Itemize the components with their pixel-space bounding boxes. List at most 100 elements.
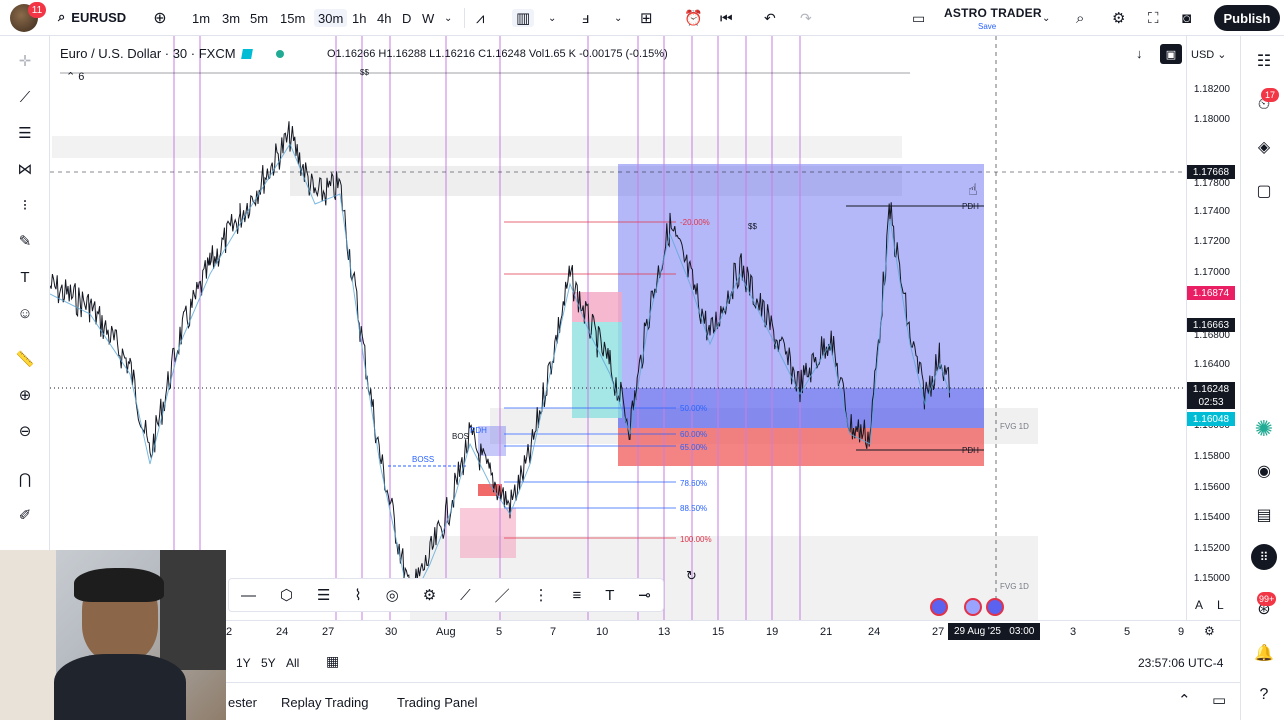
currency-selector[interactable]: USD ⌄: [1191, 48, 1227, 61]
notifications-bell-icon[interactable]: 🔔: [1251, 640, 1277, 666]
crosshair-icon[interactable]: ✛: [12, 48, 38, 74]
interval-30m[interactable]: 30m: [314, 9, 348, 27]
reset-icon[interactable]: ↻: [686, 568, 697, 584]
time-settings-icon[interactable]: ⚙: [1204, 624, 1215, 638]
layout-dropdown-icon[interactable]: ⌄: [1042, 9, 1050, 27]
calendar-sidebar-icon[interactable]: ▤: [1251, 502, 1277, 528]
interval-1m[interactable]: 1m: [192, 9, 210, 27]
ai-assistant-icon[interactable]: ✺: [1251, 416, 1277, 442]
time-scale[interactable]: 2 24 27 30 Aug 5 7 10 13 15 19 21 24 27 …: [50, 620, 1240, 642]
symbol-search[interactable]: ⌕ EURUSD: [58, 9, 126, 25]
layout-name[interactable]: ASTRO TRADER: [944, 6, 1042, 20]
scroll-down-icon[interactable]: ↓: [1136, 46, 1143, 61]
indicators-dropdown-icon[interactable]: ⌄: [614, 9, 622, 27]
pattern-tool-icon[interactable]: ⚙: [423, 586, 436, 604]
layout-icon[interactable]: ▭: [912, 9, 925, 27]
zoom-in-icon[interactable]: ⊕: [12, 382, 38, 408]
chart-legend[interactable]: Euro / U.S. Dollar · 30 · FXCM: [60, 46, 284, 61]
interval-dropdown-icon[interactable]: ⌄: [444, 9, 452, 27]
paint-tool-icon[interactable]: ⌇: [354, 586, 361, 604]
log-scale-toggle[interactable]: L: [1217, 598, 1224, 612]
tab-trading-panel[interactable]: Trading Panel: [397, 695, 477, 710]
symbol-title[interactable]: Euro / U.S. Dollar · 30 · FXCM: [60, 46, 236, 61]
apps-grid-icon[interactable]: ⠿: [1251, 544, 1277, 570]
pulse-icon[interactable]: ◉: [1251, 458, 1277, 484]
time-label: 9: [1178, 626, 1185, 638]
publish-button[interactable]: Publish: [1214, 5, 1280, 31]
chart-pane[interactable]: Euro / U.S. Dollar · 30 · FXCM O1.16266 …: [50, 36, 1186, 620]
chart-canvas[interactable]: [50, 36, 1186, 620]
price-scale[interactable]: USD ⌄ 1.18200 1.18000 1.17800 1.17400 1.…: [1186, 36, 1240, 620]
tab-strategy-tester[interactable]: ester: [228, 695, 257, 710]
ruler-icon[interactable]: 📏: [12, 346, 38, 372]
magnet-icon[interactable]: ⋂: [12, 466, 38, 492]
event-flag-icon[interactable]: [986, 598, 1004, 616]
target-tool-icon[interactable]: ◎: [386, 586, 399, 604]
fib-tool-icon[interactable]: ☰: [317, 586, 330, 604]
interval-5m[interactable]: 5m: [250, 9, 268, 27]
interval-15m[interactable]: 15m: [280, 9, 305, 27]
interval-3m[interactable]: 3m: [222, 9, 240, 27]
zoom-out-icon[interactable]: ⊖: [12, 418, 38, 444]
compare-add-icon[interactable]: ⊕: [150, 9, 170, 27]
undo-icon[interactable]: ↶: [764, 9, 776, 27]
trend-line-icon[interactable]: ⟋: [12, 84, 38, 110]
interval-4h[interactable]: 4h: [377, 9, 391, 27]
help-icon[interactable]: ?: [1251, 682, 1277, 708]
bos-label: BOS: [452, 432, 469, 441]
hline-tool-icon[interactable]: ⊸: [638, 586, 651, 604]
candles-icon[interactable]: ▥: [512, 9, 535, 27]
pattern-icon[interactable]: ⋈: [12, 156, 38, 182]
fib-retracement-icon[interactable]: ☰: [12, 120, 38, 146]
clock-timezone[interactable]: 23:57:06 UTC-4: [1138, 656, 1223, 670]
auto-scale-toggle[interactable]: A: [1195, 598, 1203, 612]
settings-gear-icon[interactable]: ⚙: [1112, 9, 1125, 27]
maximize-panel-icon[interactable]: ▭: [1212, 691, 1226, 709]
shape-tool-icon[interactable]: ⬡: [280, 586, 293, 604]
liquidity-label: $$: [748, 222, 757, 231]
text-icon[interactable]: T: [12, 264, 38, 290]
templates-icon[interactable]: ⊞: [640, 9, 653, 27]
price-tag-dark: 1.16663: [1187, 318, 1235, 332]
liquidity-label: $$: [360, 68, 369, 77]
interval-d[interactable]: D: [402, 9, 411, 27]
levels-tool-icon[interactable]: ⋮: [534, 586, 549, 604]
snapshot-camera-icon[interactable]: ◙: [1182, 9, 1191, 27]
layout-save-label[interactable]: Save: [978, 22, 996, 31]
chart-type-dropdown-icon[interactable]: ⌄: [548, 9, 556, 27]
fullscreen-icon[interactable]: ⛶: [1148, 9, 1159, 27]
segment-tool-icon[interactable]: ／: [495, 585, 510, 606]
range-1y[interactable]: 1Y: [236, 656, 251, 670]
channel-tool-icon[interactable]: ≡: [573, 587, 582, 604]
calendar-icon[interactable]: ▦: [326, 653, 339, 670]
event-flag-icon[interactable]: [964, 598, 982, 616]
price-label: 1.16400: [1193, 359, 1230, 370]
quick-search-icon[interactable]: ⌕: [1076, 9, 1084, 27]
interval-w[interactable]: W: [422, 9, 434, 27]
indicators-icon[interactable]: ⅎ: [582, 9, 589, 27]
line-tool-icon[interactable]: —: [241, 587, 256, 604]
price-label: 1.15800: [1193, 451, 1230, 462]
event-flag-icon[interactable]: [930, 598, 948, 616]
redo-icon[interactable]: ↷: [800, 9, 812, 27]
ray-tool-icon[interactable]: ⟋: [460, 587, 471, 604]
bar-style-icon[interactable]: ⩘: [476, 9, 484, 27]
lock-drawing-icon[interactable]: ✐: [12, 502, 38, 528]
chat-icon[interactable]: ▢: [1251, 178, 1277, 204]
screen-icon[interactable]: ▣: [1160, 44, 1182, 64]
text-tool-icon[interactable]: T: [605, 587, 614, 604]
pdh-label-low: PDH: [962, 446, 979, 455]
range-5y[interactable]: 5Y: [261, 656, 276, 670]
collapse-panel-icon[interactable]: ⌃: [1178, 691, 1191, 709]
indicators-collapse[interactable]: ⌃ 6: [66, 70, 84, 83]
tab-replay-trading[interactable]: Replay Trading: [281, 695, 368, 710]
watchlist-icon[interactable]: ☷: [1251, 48, 1277, 74]
interval-1h[interactable]: 1h: [352, 9, 366, 27]
alert-icon[interactable]: ⏰: [684, 9, 703, 27]
layers-icon[interactable]: ◈: [1251, 134, 1277, 160]
emoji-icon[interactable]: ☺: [12, 300, 38, 326]
range-all[interactable]: All: [286, 656, 299, 670]
replay-icon[interactable]: ⏮: [720, 9, 733, 27]
forecast-icon[interactable]: ⁝: [12, 192, 38, 218]
brush-icon[interactable]: ✎: [12, 228, 38, 254]
